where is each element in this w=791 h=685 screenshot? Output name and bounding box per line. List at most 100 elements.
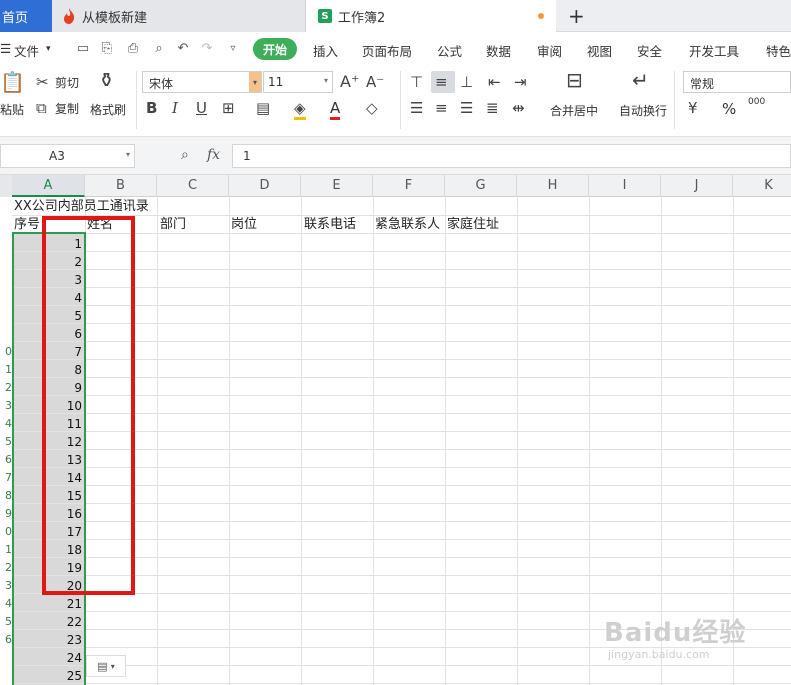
cell-e2-header[interactable]: 联系电话 xyxy=(304,216,356,234)
zoom-search-icon[interactable]: ⌕ xyxy=(181,147,189,163)
row-header[interactable] xyxy=(0,217,12,235)
paste-label[interactable]: 粘贴 xyxy=(0,101,24,118)
row-header[interactable]: 5 xyxy=(0,613,12,631)
row-header[interactable]: 5 xyxy=(0,433,12,451)
row-header[interactable]: 6 xyxy=(0,631,12,649)
cell-f2-header[interactable]: 紧急联系人 xyxy=(375,216,446,234)
row-header[interactable] xyxy=(0,235,12,253)
distribute-icon[interactable]: ⇹ xyxy=(512,99,525,117)
bold-icon[interactable]: B xyxy=(146,99,157,117)
menu-page-layout[interactable]: 页面布局 xyxy=(362,41,412,60)
save-icon[interactable]: ▭ xyxy=(76,42,90,56)
tab-workbook[interactable]: S 工作簿2 xyxy=(306,0,556,32)
border-icon[interactable]: ⊞ xyxy=(222,99,235,117)
row-header[interactable] xyxy=(0,307,12,325)
col-header-f[interactable]: F xyxy=(373,175,445,197)
menu-featured[interactable]: 特色 xyxy=(766,41,791,60)
auto-wrap-label[interactable]: 自动换行 xyxy=(619,102,667,119)
currency-icon[interactable]: ¥ xyxy=(688,99,698,117)
format-painter-label[interactable]: 格式刷 xyxy=(90,101,126,118)
row-header[interactable]: 4 xyxy=(0,415,12,433)
menu-hamburger-icon[interactable]: ☰ xyxy=(0,41,11,56)
undo-icon[interactable]: ↶ xyxy=(176,42,190,56)
cell-d2-header[interactable]: 岗位 xyxy=(231,216,257,234)
row-header[interactable]: 2 xyxy=(0,379,12,397)
sheet-navigation-button[interactable]: ▤ ▾ xyxy=(86,655,126,677)
col-header-i[interactable]: I xyxy=(589,175,661,197)
clear-format-eraser-icon[interactable]: ◇ xyxy=(366,99,378,117)
cell-a1-title[interactable]: XX公司内部员工通讯录 xyxy=(14,198,149,216)
row-header[interactable] xyxy=(0,289,12,307)
menu-view[interactable]: 视图 xyxy=(587,41,612,60)
align-center-icon[interactable]: ≡ xyxy=(435,99,448,117)
menu-data[interactable]: 数据 xyxy=(486,41,511,60)
justify-icon[interactable]: ≣ xyxy=(486,99,499,117)
underline-icon[interactable]: U xyxy=(196,99,207,117)
quick-access-more-icon[interactable]: ▿ xyxy=(226,42,240,56)
menu-formula[interactable]: 公式 xyxy=(437,41,462,60)
col-header-a[interactable]: A xyxy=(12,175,85,197)
percent-button[interactable]: % xyxy=(722,100,736,118)
font-size-chevron-icon[interactable]: ▾ xyxy=(324,76,328,85)
row-header[interactable] xyxy=(0,325,12,343)
row-header[interactable]: 0 xyxy=(0,343,12,361)
tab-new-from-template[interactable]: 从模板新建 xyxy=(52,0,306,32)
menu-insert[interactable]: 插入 xyxy=(313,41,338,60)
col-header-g[interactable]: G xyxy=(445,175,517,197)
row-header[interactable]: 0 xyxy=(0,523,12,541)
col-header-d[interactable]: D xyxy=(229,175,301,197)
font-name-select[interactable]: 宋体 ▾ xyxy=(142,71,262,93)
paste-icon[interactable]: 📋 xyxy=(0,72,25,92)
new-tab-plus-icon[interactable]: + xyxy=(568,4,585,28)
col-header-b[interactable]: B xyxy=(85,175,157,197)
merge-center-icon[interactable]: ⊟ xyxy=(566,70,583,90)
cell-c2-header[interactable]: 部门 xyxy=(160,216,186,234)
row-header[interactable]: 2 xyxy=(0,559,12,577)
select-all-corner[interactable] xyxy=(0,175,12,197)
auto-wrap-icon[interactable]: ↵ xyxy=(632,70,649,90)
fill-color-icon[interactable]: ◈ xyxy=(294,99,306,120)
font-color-icon[interactable]: A xyxy=(330,99,341,120)
menu-developer[interactable]: 开发工具 xyxy=(689,41,739,60)
row-header[interactable]: 9 xyxy=(0,505,12,523)
cut-scissors-icon[interactable]: ✂ xyxy=(36,73,49,91)
row-header[interactable] xyxy=(0,271,12,289)
format-painter-icon[interactable]: ⚱ xyxy=(98,70,115,90)
name-box-chevron-icon[interactable]: ▾ xyxy=(126,150,130,159)
row-header[interactable]: 6 xyxy=(0,451,12,469)
font-size-select[interactable]: 11 ▾ xyxy=(263,71,333,93)
row-header[interactable]: 7 xyxy=(0,469,12,487)
copy-label[interactable]: 复制 xyxy=(55,100,79,117)
file-chevron-down-icon[interactable]: ▾ xyxy=(46,44,51,54)
row-header[interactable]: 1 xyxy=(0,361,12,379)
formula-input[interactable]: 1 xyxy=(232,144,791,168)
thousands-button[interactable]: 000 xyxy=(748,97,765,107)
italic-icon[interactable]: I xyxy=(172,99,178,117)
menu-start-button[interactable]: 开始 xyxy=(253,38,297,60)
align-top-icon[interactable]: ⊤ xyxy=(410,73,423,91)
decrease-font-icon[interactable]: A⁻ xyxy=(366,73,384,91)
tab-home[interactable]: 首页 xyxy=(0,0,52,32)
menu-review[interactable]: 审阅 xyxy=(537,41,562,60)
copy-icon[interactable]: ⧉ xyxy=(36,99,47,117)
col-header-c[interactable]: C xyxy=(157,175,229,197)
decrease-indent-icon[interactable]: ⇤ xyxy=(488,73,501,91)
row-header[interactable]: 4 xyxy=(0,595,12,613)
font-name-chevron-icon[interactable]: ▾ xyxy=(249,72,261,92)
align-right-icon[interactable]: ☰ xyxy=(460,99,473,117)
col-header-e[interactable]: E xyxy=(301,175,373,197)
col-header-j[interactable]: J xyxy=(661,175,733,197)
align-middle-icon[interactable]: ≡ xyxy=(435,73,448,91)
cell-g2-header[interactable]: 家庭住址 xyxy=(447,216,499,234)
print-icon[interactable]: ⎙ xyxy=(126,42,140,56)
increase-indent-icon[interactable]: ⇥ xyxy=(514,73,527,91)
spreadsheet-grid[interactable]: A B C D E F G H I J K 01234567890123456 … xyxy=(0,175,791,685)
row-header[interactable]: 1 xyxy=(0,541,12,559)
number-format-select[interactable]: 常规 xyxy=(683,71,791,93)
cut-label[interactable]: 剪切 xyxy=(55,74,79,91)
row-header[interactable]: 8 xyxy=(0,487,12,505)
col-header-h[interactable]: H xyxy=(517,175,589,197)
row-header[interactable] xyxy=(0,253,12,271)
fx-icon[interactable]: fx xyxy=(207,147,220,163)
row-header[interactable]: 3 xyxy=(0,397,12,415)
